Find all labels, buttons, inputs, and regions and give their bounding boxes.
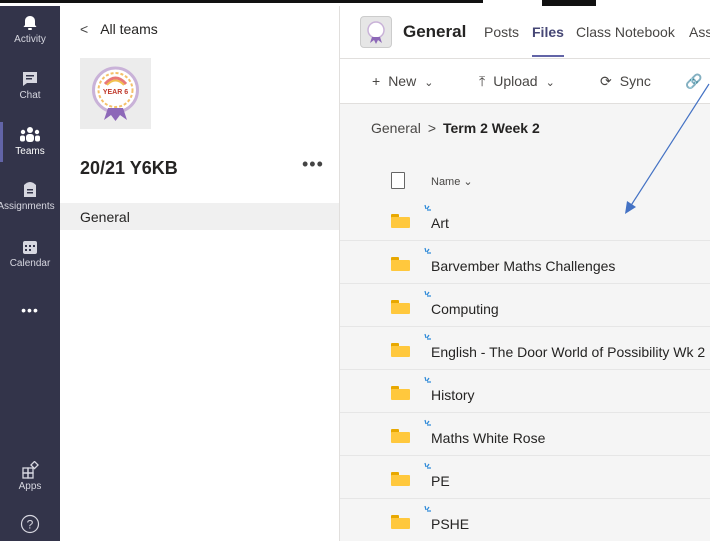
tab-posts[interactable]: Posts (484, 24, 519, 40)
rail-item-activity[interactable]: Activity (0, 14, 60, 45)
new-item-sparkle-icon (424, 419, 431, 426)
new-item-sparkle-icon (424, 333, 431, 340)
teams-icon (20, 127, 40, 142)
rail-label-assignments: Assignments (0, 201, 55, 212)
folder-icon (391, 472, 410, 486)
copy-link-button[interactable]: 🔗 (685, 73, 710, 90)
apps-icon (22, 461, 39, 479)
new-item-sparkle-icon (424, 290, 431, 297)
channel-avatar (360, 16, 392, 48)
new-item-sparkle-icon (424, 462, 431, 469)
top-black-strip (0, 0, 483, 3)
folder-icon (391, 214, 410, 228)
app-rail: Activity Chat Teams Assignments Calendar… (0, 6, 60, 541)
upload-icon: ⤒ (479, 73, 486, 89)
new-label: New (388, 73, 417, 89)
new-item-sparkle-icon (424, 376, 431, 383)
plus-icon: + (372, 73, 381, 89)
tab-files[interactable]: Files (532, 24, 564, 57)
list-item[interactable]: English - The Door World of Possibility … (340, 327, 710, 370)
rail-item-teams[interactable]: Teams (0, 122, 60, 162)
breadcrumb-root[interactable]: General (371, 120, 421, 136)
rail-item-assignments[interactable]: Assignments (0, 179, 60, 212)
chevron-down-icon: ⌄ (424, 77, 434, 89)
rail-label-activity: Activity (14, 34, 46, 45)
chevron-left-icon: < (80, 21, 89, 37)
folder-name: Barvember Maths Challenges (431, 258, 616, 274)
folder-icon (391, 343, 410, 357)
list-item[interactable]: Art (340, 198, 710, 241)
list-item[interactable]: Computing (340, 284, 710, 327)
folder-name: Art (431, 215, 449, 231)
team-badge-image: YEAR 6 (80, 58, 151, 129)
sync-icon: ⟳ (600, 73, 612, 89)
rail-item-apps[interactable]: Apps (0, 461, 60, 492)
breadcrumb-current: Term 2 Week 2 (443, 120, 540, 136)
file-type-icon (391, 172, 405, 189)
all-teams-label: All teams (100, 21, 158, 37)
upload-label: Upload (493, 73, 538, 89)
folder-name: Maths White Rose (431, 430, 546, 446)
list-item[interactable]: PE (340, 456, 710, 499)
team-name: 20/21 Y6KB (80, 158, 178, 178)
channel-title: General (403, 22, 467, 41)
files-toolbar: + New ⌄ ⤒ Upload ⌄ ⟳ Sync 🔗 (340, 59, 710, 104)
new-item-sparkle-icon (424, 247, 431, 254)
rail-label-apps: Apps (18, 481, 42, 492)
team-avatar: YEAR 6 (80, 58, 151, 129)
list-item[interactable]: History (340, 370, 710, 413)
all-teams-link[interactable]: < All teams (80, 21, 158, 37)
sync-label: Sync (619, 73, 651, 89)
help-button[interactable]: ? (0, 514, 60, 536)
rail-label-teams: Teams (15, 146, 45, 157)
list-item[interactable]: Barvember Maths Challenges (340, 241, 710, 284)
calendar-icon (23, 241, 37, 254)
new-item-sparkle-icon (424, 505, 431, 512)
folder-name: PSHE (431, 516, 470, 532)
team-panel: < All teams YEAR 6 20/21 Y6KB ••• General (60, 6, 340, 541)
tab-class-notebook[interactable]: Class Notebook (576, 24, 675, 40)
folder-icon (391, 386, 410, 400)
more-icon: ••• (21, 302, 39, 318)
chevron-right-icon: > (427, 120, 436, 136)
column-name-header[interactable]: Name ⌄ (431, 175, 473, 188)
rail-more-button[interactable]: ••• (0, 302, 60, 318)
chat-icon (23, 72, 37, 86)
rail-label-calendar: Calendar (9, 258, 51, 269)
main-content: General Posts Files Class Notebook Ass +… (340, 6, 710, 541)
new-button[interactable]: + New ⌄ (372, 73, 433, 89)
svg-text:?: ? (27, 518, 34, 532)
new-item-sparkle-icon (424, 204, 431, 211)
folder-icon (391, 300, 410, 314)
sync-button[interactable]: ⟳ Sync (600, 73, 651, 90)
folder-name: English - The Door World of Possibility … (431, 344, 706, 360)
folder-icon (391, 429, 410, 443)
chevron-down-icon: ⌄ (545, 77, 555, 89)
files-list-header: Name ⌄ (340, 158, 710, 196)
chevron-down-icon: ⌄ (463, 176, 473, 188)
channel-header: General Posts Files Class Notebook Ass (340, 6, 710, 59)
assignments-icon (24, 182, 36, 197)
channel-badge-image (367, 21, 385, 44)
folder-icon (391, 515, 410, 529)
help-icon: ? (20, 514, 40, 534)
folder-icon (391, 257, 410, 271)
list-item[interactable]: PSHE (340, 499, 710, 541)
folder-name: History (431, 387, 475, 403)
upload-button[interactable]: ⤒ Upload ⌄ (479, 73, 555, 90)
rail-item-chat[interactable]: Chat (0, 70, 60, 101)
rail-item-calendar[interactable]: Calendar (0, 238, 60, 269)
bell-icon (23, 16, 37, 30)
channel-item-general[interactable]: General (60, 203, 339, 230)
rail-label-chat: Chat (19, 90, 41, 101)
list-item[interactable]: Maths White Rose (340, 413, 710, 456)
folder-name: Computing (431, 301, 499, 317)
folder-name: PE (431, 473, 450, 489)
channel-label: General (80, 209, 130, 225)
link-icon: 🔗 (685, 73, 703, 89)
tab-assignments[interactable]: Ass (689, 24, 710, 40)
breadcrumb: General > Term 2 Week 2 (371, 120, 540, 136)
svg-text:YEAR 6: YEAR 6 (103, 89, 128, 96)
team-more-options-button[interactable]: ••• (302, 154, 324, 175)
